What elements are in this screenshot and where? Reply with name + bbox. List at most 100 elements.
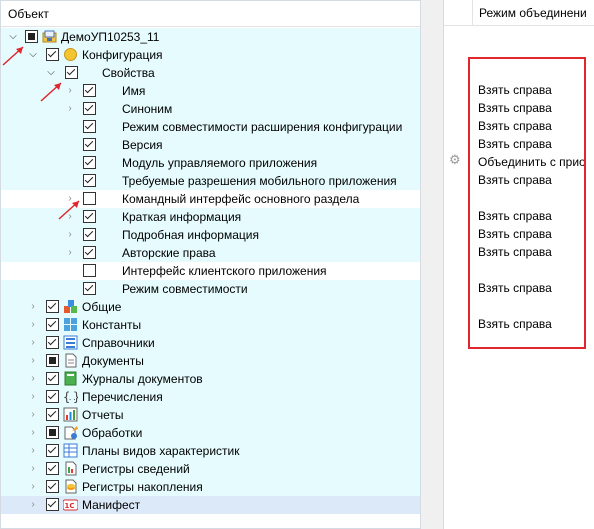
- property-checkbox[interactable]: [83, 156, 96, 169]
- configuration-label: Конфигурация: [82, 48, 163, 62]
- property-row[interactable]: Режим совместимости: [1, 280, 420, 298]
- property-label: Режим совместимости: [122, 282, 248, 296]
- group-checkbox[interactable]: [46, 354, 59, 367]
- annotation-arrow-icon: [2, 46, 24, 66]
- group-checkbox[interactable]: [46, 390, 59, 403]
- property-label: Синоним: [122, 102, 173, 116]
- group-checkbox[interactable]: [46, 462, 59, 475]
- tree-row-group[interactable]: › Константы: [1, 316, 420, 334]
- tree-row-group[interactable]: › Документы: [1, 352, 420, 370]
- tree-row-group[interactable]: › Справочники: [1, 334, 420, 352]
- manifest-icon: 1C: [63, 499, 78, 511]
- group-checkbox[interactable]: [46, 498, 59, 511]
- property-row[interactable]: Модуль управляемого приложения: [1, 154, 420, 172]
- property-checkbox[interactable]: [83, 84, 96, 97]
- property-label: Модуль управляемого приложения: [122, 156, 318, 170]
- common-icon: [64, 300, 77, 313]
- merge-mode-column-header[interactable]: Режим объединени: [444, 0, 594, 26]
- property-row[interactable]: Режим совместимости расширения конфигура…: [1, 118, 420, 136]
- chevron-right-icon[interactable]: ›: [65, 103, 75, 115]
- group-checkbox[interactable]: [46, 408, 59, 421]
- group-label: Манифест: [82, 498, 141, 512]
- object-column-title: Объект: [8, 7, 49, 21]
- chevron-right-icon[interactable]: ›: [28, 319, 38, 331]
- property-checkbox[interactable]: [83, 174, 96, 187]
- group-checkbox[interactable]: [46, 444, 59, 457]
- group-checkbox[interactable]: [46, 300, 59, 313]
- gear-icon[interactable]: ⚙: [449, 152, 461, 168]
- group-label: Планы видов характеристик: [82, 444, 240, 458]
- tree-row-group[interactable]: › Планы видов характеристик: [1, 442, 420, 460]
- tree-row-group[interactable]: › Обработки: [1, 424, 420, 442]
- column-divider[interactable]: [472, 0, 473, 26]
- document-journals-icon: [64, 371, 77, 386]
- tree-row-group[interactable]: › Регистры сведений: [1, 460, 420, 478]
- annotation-arrow-icon: [58, 200, 80, 220]
- chevron-right-icon[interactable]: ›: [28, 481, 38, 493]
- property-checkbox[interactable]: [83, 102, 96, 115]
- object-tree-pane: Объект ⌵ ДемоУП10253_11 ⌵ Конфигурация ⌵…: [0, 0, 421, 529]
- object-column-header[interactable]: Объект: [1, 1, 420, 27]
- property-row[interactable]: Требуемые разрешения мобильного приложен…: [1, 172, 420, 190]
- property-checkbox[interactable]: [83, 264, 96, 277]
- configuration-checkbox[interactable]: [46, 48, 59, 61]
- group-checkbox[interactable]: [46, 426, 59, 439]
- tree-row-group[interactable]: › Общие: [1, 298, 420, 316]
- property-checkbox[interactable]: [83, 282, 96, 295]
- property-label: Интерфейс клиентского приложения: [122, 264, 327, 278]
- tree-row-group[interactable]: › Журналы документов: [1, 370, 420, 388]
- data-processors-icon: [64, 426, 78, 440]
- property-label: Версия: [122, 138, 163, 152]
- group-checkbox[interactable]: [46, 336, 59, 349]
- group-label: Отчеты: [82, 408, 124, 422]
- configuration-root-icon: [42, 30, 57, 43]
- group-label: Справочники: [82, 336, 155, 350]
- chevron-right-icon[interactable]: ›: [65, 247, 75, 259]
- merge-mode-column-title: Режим объединени: [479, 6, 587, 20]
- annotation-highlight-box: [468, 57, 586, 349]
- chevron-right-icon[interactable]: ›: [65, 229, 75, 241]
- chevron-right-icon[interactable]: ›: [28, 355, 38, 367]
- property-row[interactable]: Интерфейс клиентского приложения: [1, 262, 420, 280]
- tree-row-root[interactable]: ⌵ ДемоУП10253_11: [1, 28, 420, 46]
- property-label: Требуемые разрешения мобильного приложен…: [122, 174, 397, 188]
- chevron-right-icon[interactable]: ›: [28, 373, 38, 385]
- information-registers-icon: [65, 461, 77, 476]
- property-row[interactable]: › Подробная информация: [1, 226, 420, 244]
- root-label: ДемоУП10253_11: [61, 30, 160, 44]
- tree-row-group[interactable]: › { .. } Перечисления: [1, 388, 420, 406]
- chevron-right-icon[interactable]: ›: [28, 337, 38, 349]
- chevron-right-icon[interactable]: ›: [28, 427, 38, 439]
- property-checkbox[interactable]: [83, 120, 96, 133]
- group-label: Журналы документов: [82, 372, 203, 386]
- property-checkbox[interactable]: [83, 228, 96, 241]
- chevron-right-icon[interactable]: ›: [28, 301, 38, 313]
- property-row[interactable]: › Авторские права: [1, 244, 420, 262]
- tree-row-group[interactable]: › 1C Манифест: [1, 496, 420, 514]
- configuration-icon: [64, 48, 77, 61]
- chevron-right-icon[interactable]: ›: [28, 409, 38, 421]
- group-label: Документы: [82, 354, 144, 368]
- group-checkbox[interactable]: [46, 372, 59, 385]
- property-row[interactable]: Версия: [1, 136, 420, 154]
- group-label: Регистры сведений: [82, 462, 190, 476]
- chevron-right-icon[interactable]: ›: [28, 463, 38, 475]
- tree-row-group[interactable]: › Регистры накопления: [1, 478, 420, 496]
- documents-icon: [65, 353, 77, 368]
- property-label: Подробная информация: [122, 228, 259, 242]
- chevron-right-icon[interactable]: ›: [28, 445, 38, 457]
- group-checkbox[interactable]: [46, 480, 59, 493]
- property-checkbox[interactable]: [83, 246, 96, 259]
- enums-icon: { .. }: [63, 390, 78, 404]
- tree-row-group[interactable]: › Отчеты: [1, 406, 420, 424]
- chevron-right-icon[interactable]: ›: [28, 391, 38, 403]
- property-label: Командный интерфейс основного раздела: [122, 192, 360, 206]
- group-checkbox[interactable]: [46, 318, 59, 331]
- svg-text:}: }: [73, 390, 78, 404]
- property-checkbox[interactable]: [83, 138, 96, 151]
- property-label: Режим совместимости расширения конфигура…: [122, 120, 403, 134]
- characteristic-types-icon: [63, 443, 78, 458]
- tree-row-configuration[interactable]: ⌵ Конфигурация: [1, 46, 420, 64]
- chevron-right-icon[interactable]: ›: [28, 499, 38, 511]
- reports-icon: [63, 407, 78, 422]
